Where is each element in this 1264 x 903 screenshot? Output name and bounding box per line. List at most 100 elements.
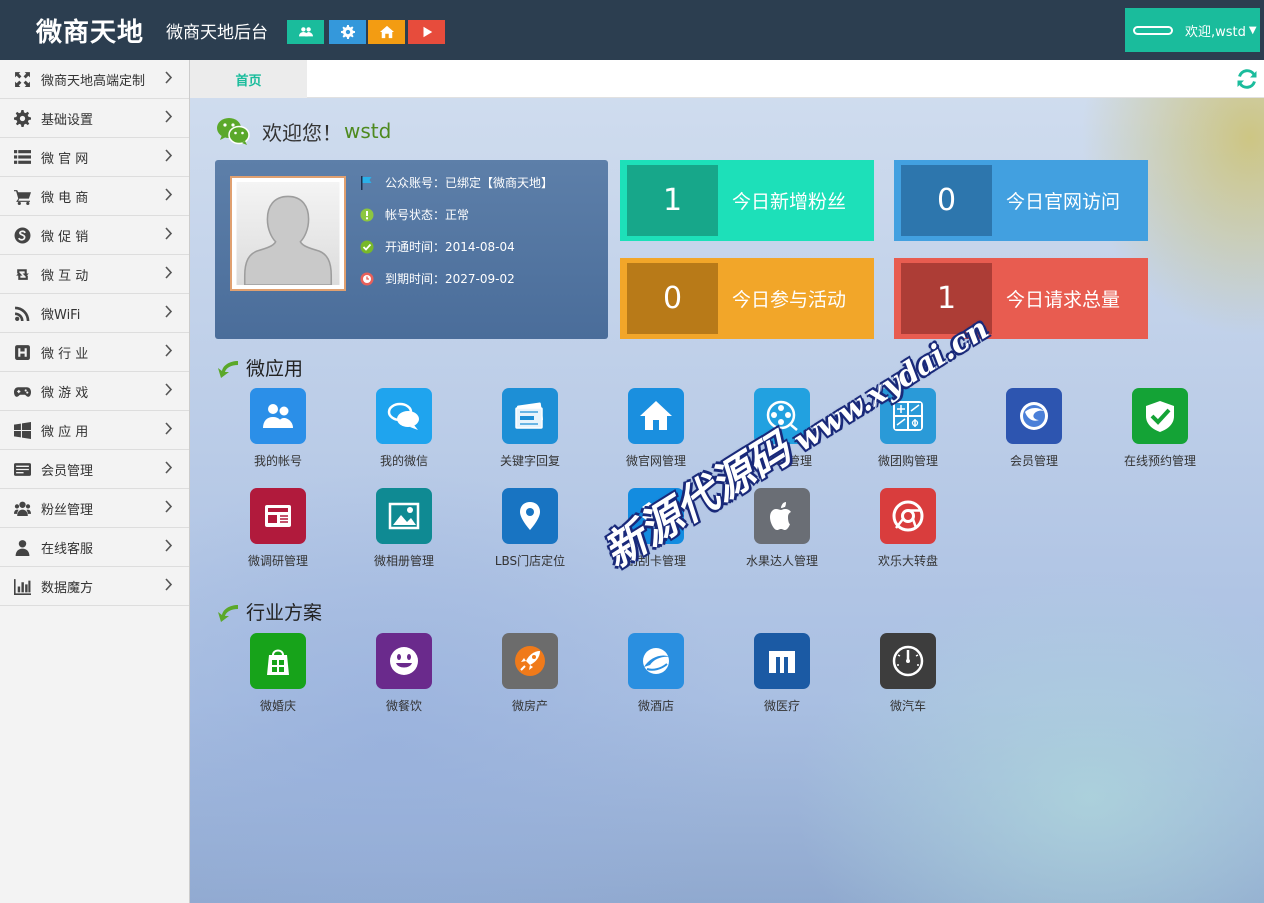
section-micro-apps: 微应用 <box>216 354 303 381</box>
brand-logo[interactable]: 微商天地 <box>36 12 144 49</box>
app-label: 微调研管理 <box>247 554 308 568</box>
thunderbird-icon <box>1020 402 1048 430</box>
caret-down-icon: ▼ <box>1248 24 1257 36</box>
sidebar-item-industry[interactable]: 微 行 业 <box>0 333 189 372</box>
app-my-account[interactable]: 我的帐号 <box>215 388 341 478</box>
rss-icon <box>13 304 31 322</box>
sidebar-item-website[interactable]: 微 官 网 <box>0 138 189 177</box>
industry-catering[interactable]: 微餐饮 <box>341 633 467 723</box>
card-icon <box>13 460 31 478</box>
sidebar-item-interaction[interactable]: 微 互 动 <box>0 255 189 294</box>
chat-icon <box>387 402 419 430</box>
industry-hotel[interactable]: 微酒店 <box>593 633 719 723</box>
sidebar-item-data-cube[interactable]: 数据魔方 <box>0 567 189 606</box>
home-icon <box>379 25 394 39</box>
gear-icon <box>340 25 355 39</box>
industry-wedding[interactable]: 微婚庆 <box>215 633 341 723</box>
profile-expire-date-text: 到期时间：2027-09-02 <box>385 272 515 286</box>
app-label: LBS门店定位 <box>494 554 566 568</box>
app-label: 微官网管理 <box>625 454 686 468</box>
sidebar-item-label: 微 游 戏 <box>41 385 89 401</box>
industry-real-estate[interactable]: 微房产 <box>467 633 593 723</box>
industry-medical[interactable]: 微医疗 <box>719 633 845 723</box>
expand-icon <box>13 70 31 88</box>
industry-auto[interactable]: 微汽车 <box>845 633 971 723</box>
chevron-right-icon <box>165 422 173 435</box>
app-keyword-reply[interactable]: 关键字回复 <box>467 388 593 478</box>
tab-bar: 首页 <box>190 60 1264 98</box>
picture-icon <box>388 502 420 530</box>
sidebar-item-wifi[interactable]: 微WiFi <box>0 294 189 333</box>
sidebar: 微商天地高端定制 基础设置 微 官 网 微 电 商 微 促 销 微 互 动 微W… <box>0 60 190 903</box>
sidebar-item-label: 微 应 用 <box>41 424 89 440</box>
profile-open-date-line: 开通时间：2014-08-04 <box>360 238 515 255</box>
industry-label: 微婚庆 <box>259 699 296 713</box>
stat-new-fans[interactable]: 1 今日新增粉丝 <box>620 160 874 241</box>
app-lbs-location[interactable]: LBS门店定位 <box>467 488 593 578</box>
location-icon <box>520 502 540 530</box>
app-member-management[interactable]: 会员管理 <box>971 388 1097 478</box>
refresh-icon[interactable] <box>1236 68 1258 90</box>
stat-label: 今日参与活动 <box>732 289 847 311</box>
chevron-right-icon <box>165 461 173 474</box>
chart-icon <box>13 577 31 595</box>
section-title: 行业方案 <box>246 602 323 624</box>
stat-label: 今日请求总量 <box>1006 289 1121 311</box>
sidebar-item-label: 在线客服 <box>41 541 94 557</box>
info-icon <box>360 208 374 221</box>
curved-arrow-icon <box>218 604 238 622</box>
clock-icon <box>360 272 374 285</box>
retweet-icon <box>13 265 31 283</box>
users-button[interactable] <box>287 20 324 44</box>
sidebar-item-apps[interactable]: 微 应 用 <box>0 411 189 450</box>
chevron-right-icon <box>165 149 173 162</box>
sidebar-item-ecommerce[interactable]: 微 电 商 <box>0 177 189 216</box>
chevron-right-icon <box>165 227 173 240</box>
sidebar-item-label: 微 促 销 <box>41 229 89 245</box>
app-lucky-wheel[interactable]: 欢乐大转盘 <box>845 488 971 578</box>
app-online-booking[interactable]: 在线预约管理 <box>1097 388 1223 478</box>
stat-activity-participation[interactable]: 0 今日参与活动 <box>620 258 874 339</box>
sidebar-item-promotion[interactable]: 微 促 销 <box>0 216 189 255</box>
dashboard-content: 欢迎您！ wstd 公众账号：已绑定【微商天地】 帐号状态：正常 开通时间：20… <box>190 98 1264 903</box>
sidebar-item-games[interactable]: 微 游 戏 <box>0 372 189 411</box>
chevron-right-icon <box>165 110 173 123</box>
stat-value: 0 <box>627 263 718 334</box>
sidebar-item-customer-service[interactable]: 在线客服 <box>0 528 189 567</box>
app-label: 微团购管理 <box>877 454 938 468</box>
play-button[interactable] <box>408 20 445 44</box>
gauge-icon <box>892 645 924 677</box>
app-label: 关键字回复 <box>499 454 560 468</box>
sidebar-item-fans[interactable]: 粉丝管理 <box>0 489 189 528</box>
tab-home[interactable]: 首页 <box>190 60 307 98</box>
app-my-wechat[interactable]: 我的微信 <box>341 388 467 478</box>
home-button[interactable] <box>368 20 405 44</box>
stat-site-visits[interactable]: 0 今日官网访问 <box>894 160 1148 241</box>
industry-label: 微餐饮 <box>385 699 422 713</box>
app-album[interactable]: 微相册管理 <box>341 488 467 578</box>
planet-icon <box>643 648 670 674</box>
user-menu-button[interactable]: 欢迎,wstd ▼ <box>1125 8 1260 52</box>
users-icon <box>13 499 31 517</box>
windows-icon <box>13 421 31 439</box>
sidebar-item-custom[interactable]: 微商天地高端定制 <box>0 60 189 99</box>
settings-button[interactable] <box>329 20 366 44</box>
chevron-right-icon <box>165 188 173 201</box>
app-label: 我的帐号 <box>253 454 302 468</box>
sidebar-item-basic-settings[interactable]: 基础设置 <box>0 99 189 138</box>
list-icon <box>13 148 31 166</box>
profile-status-line: 帐号状态：正常 <box>360 206 469 223</box>
sidebar-item-label: 会员管理 <box>41 463 94 479</box>
users-icon <box>298 27 313 37</box>
app-label: 在线预约管理 <box>1123 454 1196 468</box>
sidebar-item-members[interactable]: 会员管理 <box>0 450 189 489</box>
greeting: 欢迎您！ wstd <box>216 116 391 146</box>
flag-icon <box>361 175 372 190</box>
chevron-right-icon <box>165 71 173 84</box>
profile-account-text: 公众账号：已绑定【微商天地】 <box>385 176 554 190</box>
sidebar-item-label: 数据魔方 <box>41 580 94 596</box>
app-survey[interactable]: 微调研管理 <box>215 488 341 578</box>
smiley-icon <box>390 647 418 675</box>
avatar <box>230 176 346 291</box>
profile-expire-date-line: 到期时间：2027-09-02 <box>360 270 515 287</box>
